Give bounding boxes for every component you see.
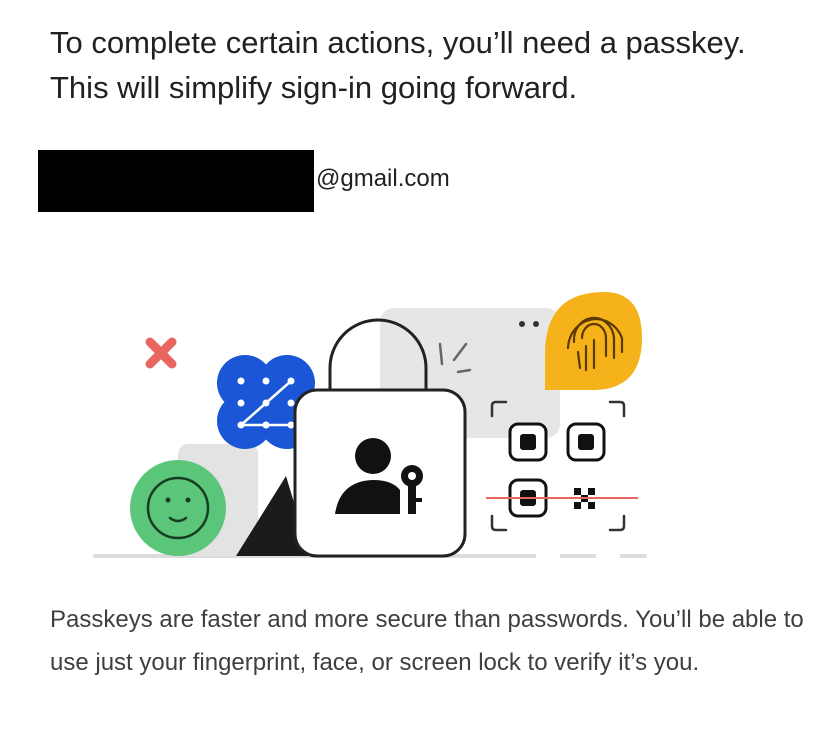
passkey-prompt: To complete certain actions, you’ll need…	[0, 0, 840, 740]
email-domain: @gmail.com	[316, 165, 450, 192]
redacted-username	[38, 150, 314, 212]
intro-text: To complete certain actions, you’ll need…	[50, 25, 746, 105]
padlock-icon	[293, 388, 467, 558]
face-icon	[130, 460, 226, 556]
x-mark-icon	[145, 337, 177, 369]
passkey-benefits-text: Passkeys are faster and more secure than…	[50, 606, 804, 676]
account-row: @gmail.com	[38, 150, 450, 212]
fingerprint-icon	[545, 292, 642, 390]
passkey-illustration	[93, 292, 647, 559]
